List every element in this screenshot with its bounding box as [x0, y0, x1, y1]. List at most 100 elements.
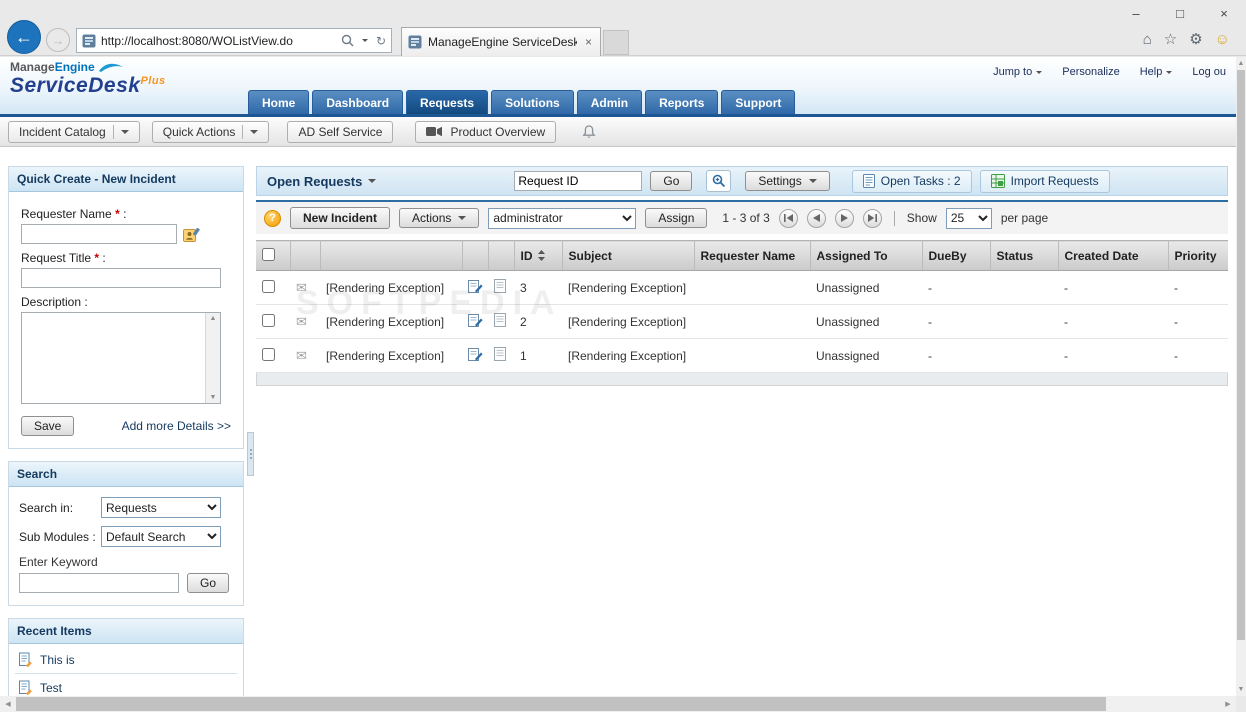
- tab-admin[interactable]: Admin: [576, 90, 643, 114]
- keyword-input[interactable]: [19, 573, 179, 593]
- incident-catalog-button[interactable]: Incident Catalog: [8, 120, 140, 143]
- notification-bell-icon[interactable]: [582, 124, 596, 140]
- refresh-icon[interactable]: ↻: [376, 34, 386, 48]
- cell-subject[interactable]: [Rendering Exception]: [568, 315, 686, 329]
- scroll-right-arrow[interactable]: ▶: [1220, 696, 1236, 712]
- column-header-created-date[interactable]: Created Date: [1058, 240, 1169, 271]
- feedback-smiley-icon[interactable]: ☺: [1215, 31, 1230, 48]
- column-header-requester-name[interactable]: Requester Name: [694, 240, 811, 271]
- open-tasks-button[interactable]: Open Tasks : 2: [851, 169, 972, 193]
- description-textarea[interactable]: [22, 313, 205, 403]
- cell-assigned-to: Unassigned: [816, 348, 880, 363]
- page-size-select[interactable]: 25: [945, 207, 992, 229]
- assign-button[interactable]: Assign: [645, 208, 708, 228]
- logout-link[interactable]: Log ou: [1192, 66, 1226, 78]
- request-title-input[interactable]: [21, 268, 221, 288]
- select-all-checkbox[interactable]: [262, 247, 275, 261]
- maximize-button[interactable]: □: [1158, 0, 1202, 26]
- requester-name-input[interactable]: [21, 224, 177, 244]
- column-header-subject[interactable]: Subject: [562, 240, 695, 271]
- cell-subject[interactable]: [Rendering Exception]: [568, 281, 686, 295]
- forward-button[interactable]: →: [46, 28, 70, 52]
- tab-home[interactable]: Home: [248, 90, 310, 114]
- next-page-button[interactable]: [834, 208, 854, 228]
- sub-modules-select[interactable]: Default Search: [101, 526, 221, 547]
- gear-icon[interactable]: ⚙: [1189, 30, 1202, 48]
- first-page-button[interactable]: [778, 208, 798, 228]
- textarea-scrollbar[interactable]: ▲ ▼: [205, 313, 220, 403]
- scroll-up-icon[interactable]: ▲: [210, 315, 217, 322]
- scroll-left-arrow[interactable]: ◀: [0, 696, 16, 712]
- personalize-link[interactable]: Personalize: [1062, 66, 1119, 78]
- minimize-button[interactable]: –: [1114, 0, 1158, 26]
- table-horizontal-scrollbar[interactable]: [256, 373, 1228, 386]
- column-header-priority[interactable]: Priority: [1168, 240, 1228, 271]
- secondary-toolbar: Incident Catalog Quick Actions AD Self S…: [0, 117, 1236, 147]
- requester-lookup-icon[interactable]: [183, 227, 200, 242]
- open-requests-dropdown[interactable]: Open Requests: [267, 174, 377, 189]
- favorites-star-icon[interactable]: ☆: [1164, 30, 1177, 48]
- column-header-dueby[interactable]: DueBy: [922, 240, 991, 271]
- advanced-search-button[interactable]: [706, 170, 732, 192]
- row-checkbox[interactable]: [262, 313, 275, 327]
- recent-item[interactable]: This is: [15, 646, 237, 674]
- header-edit-column: [462, 240, 489, 271]
- scroll-down-icon[interactable]: ▼: [210, 394, 217, 401]
- tab-solutions[interactable]: Solutions: [491, 90, 574, 114]
- help-icon[interactable]: ?: [264, 209, 281, 227]
- edit-icon[interactable]: [468, 279, 483, 293]
- tab-support[interactable]: Support: [721, 90, 796, 114]
- actions-button[interactable]: Actions: [399, 208, 480, 228]
- caret-down-icon: [1036, 70, 1043, 74]
- search-icon[interactable]: [341, 34, 354, 47]
- browser-window: – □ × ← → ↻ ManageEngine ServiceDesk... …: [0, 0, 1246, 712]
- back-button[interactable]: ←: [7, 20, 41, 54]
- sidebar-collapse-handle[interactable]: [247, 432, 254, 476]
- ad-self-service-button[interactable]: AD Self Service: [287, 120, 394, 143]
- new-tab-button[interactable]: [603, 30, 629, 55]
- horizontal-scroll-thumb[interactable]: [16, 697, 1106, 711]
- recent-item[interactable]: Test: [15, 674, 237, 696]
- quick-actions-button[interactable]: Quick Actions: [151, 120, 270, 143]
- home-icon[interactable]: ⌂: [1143, 31, 1152, 48]
- product-overview-button[interactable]: Product Overview: [415, 120, 557, 143]
- last-page-button[interactable]: [862, 208, 882, 228]
- technician-select[interactable]: administrator: [488, 207, 637, 229]
- keyword-go-button[interactable]: Go: [187, 573, 230, 593]
- save-button[interactable]: Save: [21, 416, 75, 436]
- request-id-go-button[interactable]: Go: [650, 171, 693, 191]
- import-requests-button[interactable]: Import Requests: [979, 169, 1110, 193]
- request-id-input[interactable]: [514, 171, 643, 191]
- tab-requests[interactable]: Requests: [406, 90, 489, 114]
- row-checkbox[interactable]: [262, 279, 275, 293]
- autocomplete-caret-icon[interactable]: [361, 39, 368, 42]
- jump-to-menu[interactable]: Jump to: [993, 66, 1043, 78]
- add-more-details-link[interactable]: Add more Details >>: [122, 419, 231, 433]
- address-bar[interactable]: ↻: [76, 28, 392, 53]
- help-menu[interactable]: Help: [1140, 66, 1173, 78]
- column-header-id[interactable]: ID: [514, 240, 563, 271]
- settings-button[interactable]: Settings: [745, 171, 830, 191]
- close-button[interactable]: ×: [1202, 0, 1246, 26]
- row-checkbox[interactable]: [262, 347, 275, 361]
- tab-close-icon[interactable]: ×: [583, 35, 594, 49]
- tab-dashboard[interactable]: Dashboard: [312, 90, 404, 114]
- vertical-scroll-thumb[interactable]: [1237, 70, 1245, 640]
- scroll-down-arrow[interactable]: ▼: [1236, 683, 1246, 696]
- row-title: [Rendering Exception]: [326, 280, 445, 295]
- edit-icon[interactable]: [468, 347, 483, 361]
- show-label: Show: [906, 211, 937, 225]
- browser-tab[interactable]: ManageEngine ServiceDesk... ×: [401, 27, 601, 56]
- app-header: ManageEngine ServiceDeskPlus Jump to Per…: [0, 57, 1236, 117]
- enter-keyword-label: Enter Keyword: [19, 555, 98, 569]
- tab-reports[interactable]: Reports: [645, 90, 719, 114]
- scroll-up-arrow[interactable]: ▲: [1236, 57, 1246, 70]
- search-in-select[interactable]: Requests: [101, 497, 221, 518]
- column-header-assigned-to[interactable]: Assigned To: [810, 240, 923, 271]
- column-header-status[interactable]: Status: [990, 240, 1059, 271]
- previous-page-button[interactable]: [806, 208, 826, 228]
- new-incident-button[interactable]: New Incident: [290, 207, 391, 229]
- cell-subject[interactable]: [Rendering Exception]: [568, 349, 686, 363]
- url-input[interactable]: [101, 33, 336, 48]
- edit-icon[interactable]: [468, 313, 483, 327]
